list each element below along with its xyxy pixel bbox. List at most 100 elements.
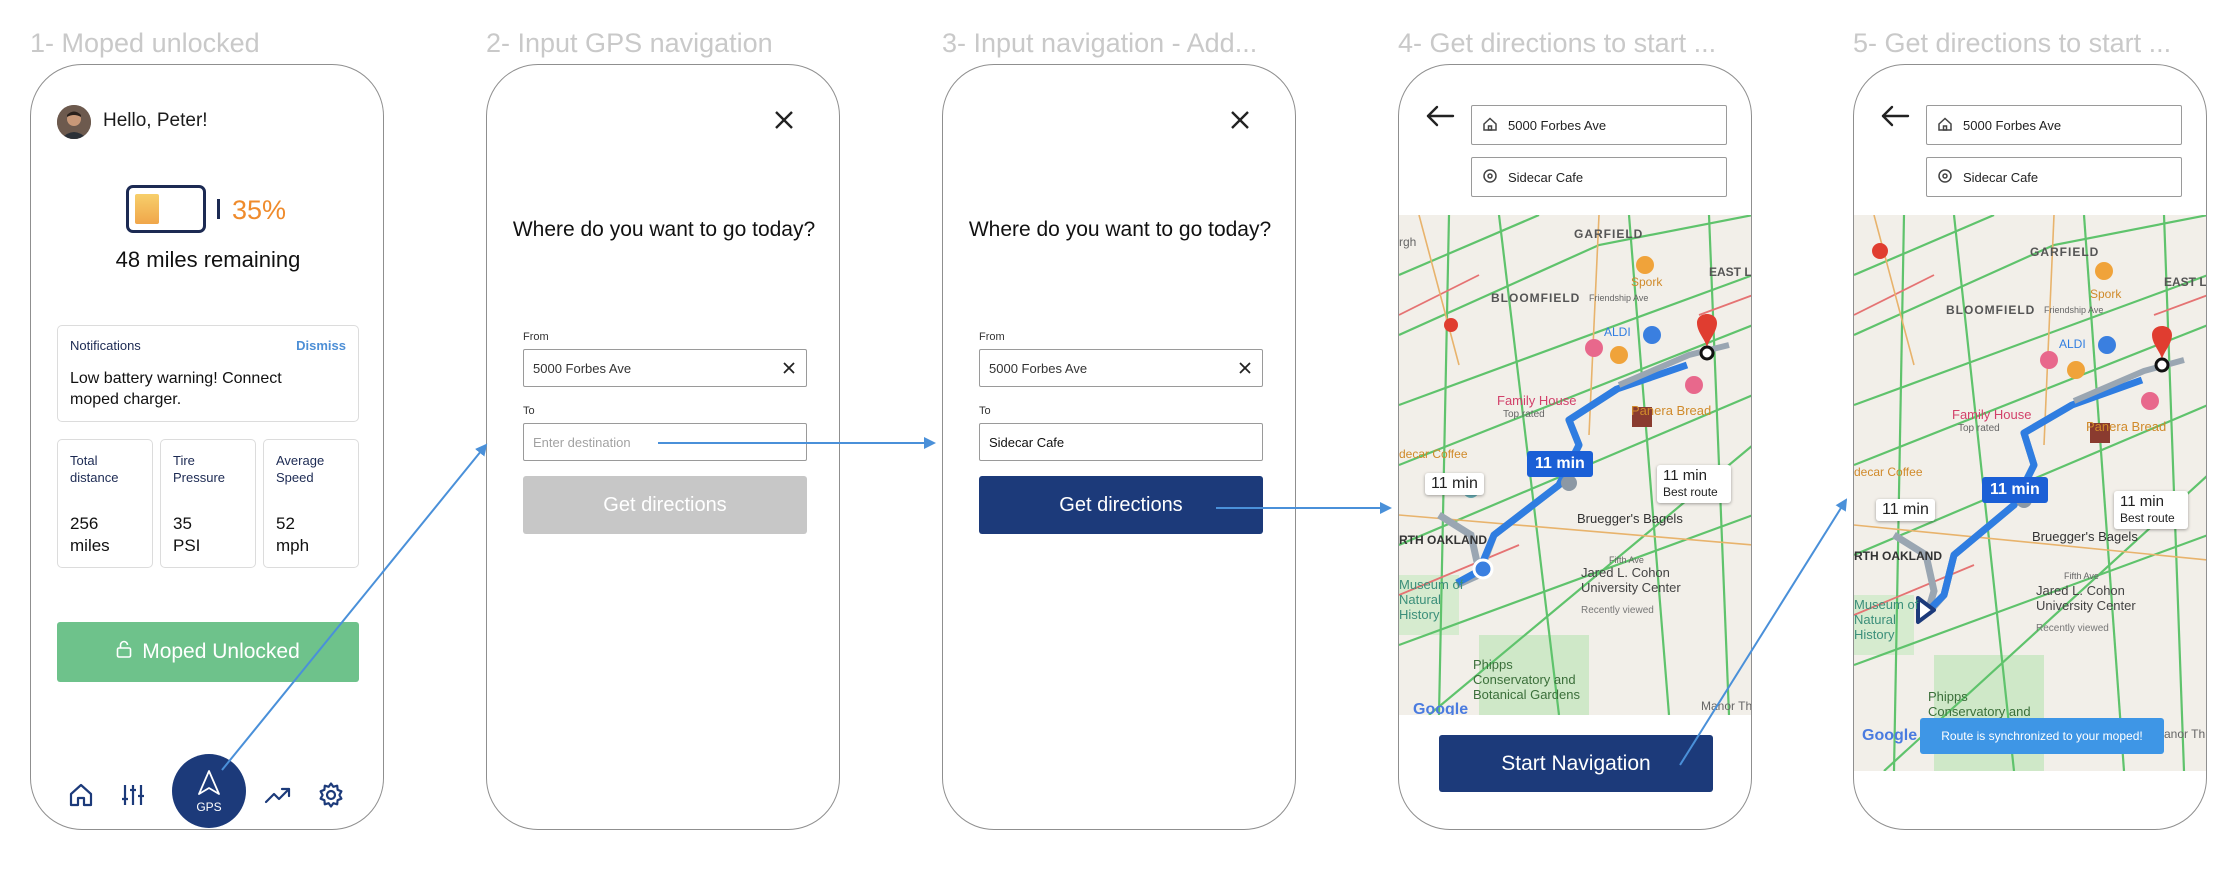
map-label-panera: Panera Bread [2086,419,2167,434]
stat-label: Total distance [70,453,119,485]
destination-value: Sidecar Cafe [1963,169,2039,185]
map-label-garfield: GARFIELD [1574,227,1644,241]
stat-value: 52 mph [276,514,310,555]
route-time-selected[interactable]: 11 min [1527,451,1593,477]
map-label-aldi: ALDI [1604,325,1631,339]
phone-screen-gps-input: Where do you want to go today? From 5000… [486,64,840,830]
dismiss-button[interactable]: Dismiss [296,338,346,353]
map-label-east: EAST L [1709,265,1752,279]
map-label-cohon: Jared L. Cohon University Center [2036,583,2136,613]
to-label: To [523,405,535,417]
get-directions-button-disabled[interactable]: Get directions [523,476,807,534]
start-navigation-button[interactable]: Start Navigation [1439,735,1713,792]
destination-placeholder: Enter destination [533,434,631,450]
notification-title: Notifications [70,338,141,353]
map-label-recently-viewed: Recently viewed [1581,605,1654,616]
navigation-arrow-icon [196,769,222,800]
get-directions-button[interactable]: Get directions [979,476,1263,534]
map-label-north-oakland: RTH OAKLAND [1854,549,1942,563]
destination-value: Sidecar Cafe [1508,169,1584,185]
sync-toast: Route is synchronized to your moped! [1920,718,2164,754]
stat-card-speed: Average Speed 52 mph [263,439,359,568]
stat-label: Average Speed [276,453,325,485]
question-heading: Where do you want to go today? [968,218,1272,241]
map-label-fifth: Fifth Ave [2064,571,2099,581]
question-heading: Where do you want to go today? [512,218,816,241]
route-time-alt-right[interactable]: 11 min Best route [1657,465,1731,503]
back-arrow-icon[interactable] [1425,105,1455,132]
map-label-phipps: Phipps Conservatory and Botanical Garden… [1473,657,1580,702]
map-label-family-house: Family House [1497,393,1577,408]
map-label-brueggers: Bruegger's Bagels [2032,529,2138,544]
location-pin-icon [1482,168,1498,187]
route-time-value: 11 min [1663,467,1707,484]
origin-field[interactable]: 5000 Forbes Ave [1926,105,2182,145]
map-label-spork: Spork [2090,287,2122,301]
home-icon [1937,116,1953,135]
from-label: From [979,331,1005,343]
destination-field[interactable]: Sidecar Cafe [1926,157,2182,197]
route-map[interactable]: GARFIELD Spork EAST L BLOOMFIELD Friends… [1854,215,2207,771]
stat-card-distance: Total distance 256 miles [57,439,153,568]
to-label: To [979,405,991,417]
map-label-panera: Panera Bread [1631,403,1712,418]
phone-screen-gps-filled: Where do you want to go today? From 5000… [942,64,1296,830]
route-time-alt-left[interactable]: 11 min [1425,473,1484,495]
origin-value: 5000 Forbes Ave [1963,117,2062,133]
map-label-friendship: Friendship Ave [1589,293,1649,303]
home-icon [1482,116,1498,135]
origin-field[interactable]: 5000 Forbes Ave [1471,105,1727,145]
map-label-bloomfield: BLOOMFIELD [1946,303,2036,317]
screen-title-3: 3- Input navigation - Add... [942,28,1258,58]
battery-percent: 35% [232,195,287,225]
map-label-east: EAST L [2164,275,2207,289]
map-label-fifth: Fifth Ave [1609,555,1644,565]
from-label: From [523,331,549,343]
clear-icon[interactable] [1238,361,1252,378]
sliders-icon[interactable] [119,781,147,814]
map-label-aldi: ALDI [2059,337,2086,351]
close-icon[interactable] [1229,109,1251,136]
map-label-family-house: Family House [1952,407,2032,422]
destination-field[interactable]: Sidecar Cafe [979,423,1263,461]
moped-unlocked-button[interactable]: Moped Unlocked [57,622,359,682]
notification-message: Low battery warning! Connect moped charg… [70,370,282,408]
map-label-brueggers: Bruegger's Bagels [1577,511,1683,526]
route-time-alt-left[interactable]: 11 min [1876,499,1935,521]
avatar[interactable] [57,105,91,139]
map-label-north-oakland: RTH OAKLAND [1399,533,1487,547]
close-icon[interactable] [773,109,795,136]
from-value: 5000 Forbes Ave [533,360,632,376]
map-label-manor: Manor Th [1701,699,1752,713]
from-field[interactable]: 5000 Forbes Ave [979,349,1263,387]
destination-field[interactable]: Enter destination [523,423,807,461]
battery-tip [217,199,220,219]
map-label-coffee: decar Coffee [1854,465,1923,479]
home-icon[interactable] [67,781,95,814]
clear-icon[interactable] [782,361,796,378]
trending-icon[interactable] [263,781,293,814]
route-time-selected[interactable]: 11 min [1982,477,2048,503]
route-map[interactable]: GARFIELD Spork EAST L BLOOMFIELD Friends… [1399,215,1752,715]
google-logo: Google [1862,727,1918,744]
battery-fill [135,194,159,224]
notification-card: Notifications Dismiss Low battery warnin… [57,325,359,422]
destination-field[interactable]: Sidecar Cafe [1471,157,1727,197]
screen-title-1: 1- Moped unlocked [30,28,260,58]
settings-icon[interactable] [317,781,345,814]
map-label-friendship: Friendship Ave [2044,305,2104,315]
route-time-alt-right[interactable]: 11 min Best route [2114,491,2188,529]
map-label-burgh: rgh [1399,235,1417,249]
back-arrow-icon[interactable] [1880,105,1910,132]
phone-screen-synced: 5000 Forbes Ave Sidecar Cafe GARFIELD Sp… [1853,64,2207,830]
map-label-recently-viewed: Recently viewed [2036,623,2109,634]
map-label-coffee: decar Coffee [1399,447,1468,461]
gps-label: GPS [196,799,222,814]
from-field[interactable]: 5000 Forbes Ave [523,349,807,387]
phone-screen-route: 5000 Forbes Ave Sidecar Cafe GARFIELD Sp… [1398,64,1752,830]
phone-screen-home: Hello, Peter! 35% 48 miles remaining Not… [30,64,384,830]
stat-label: Tire Pressure [173,453,226,485]
from-value: 5000 Forbes Ave [989,360,1088,376]
miles-remaining: 48 miles remaining [115,247,301,272]
gps-button[interactable]: GPS [172,754,246,828]
